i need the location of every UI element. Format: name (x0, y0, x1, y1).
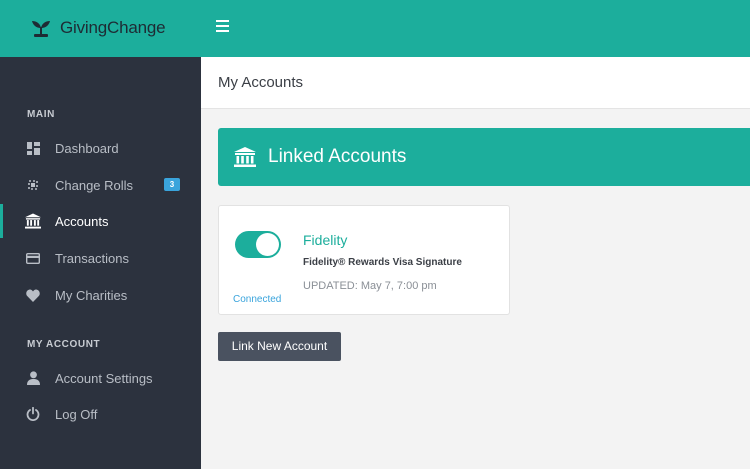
sidebar-item-change-rolls[interactable]: Change Rolls 3 (0, 168, 201, 202)
brand[interactable]: GivingChange (30, 18, 166, 38)
user-icon (25, 370, 41, 386)
coins-icon (25, 177, 41, 193)
account-enabled-toggle[interactable] (235, 231, 281, 258)
section-title: Linked Accounts (268, 146, 407, 167)
top-bar: GivingChange (0, 0, 750, 57)
dashboard-icon (25, 140, 41, 156)
sidebar-item-transactions[interactable]: Transactions (0, 241, 201, 275)
notification-badge: 3 (164, 178, 180, 191)
bank-icon (234, 147, 256, 167)
bank-icon (25, 213, 41, 229)
account-card: Connected Fidelity Fidelity® Rewards Vis… (218, 205, 510, 315)
sidebar-item-accounts[interactable]: Accounts (0, 204, 201, 238)
brand-name: GivingChange (60, 18, 166, 37)
sidebar-item-log-off[interactable]: Log Off (0, 397, 201, 431)
sidebar-item-label: Dashboard (55, 140, 119, 156)
sidebar: MAIN Dashboard Change Rolls 3 Accounts T… (0, 57, 201, 469)
sidebar-item-label: Accounts (55, 213, 109, 229)
sidebar-section-my-account: MY ACCOUNT (27, 339, 101, 350)
hamburger-menu-icon[interactable] (216, 20, 230, 34)
account-description: Fidelity® Rewards Visa Signature (303, 257, 462, 268)
toggle-knob (256, 233, 279, 256)
sidebar-item-account-settings[interactable]: Account Settings (0, 361, 201, 395)
sidebar-item-label: Change Rolls (55, 177, 134, 193)
sidebar-item-dashboard[interactable]: Dashboard (0, 131, 201, 165)
heart-icon (25, 287, 41, 303)
account-updated-time: UPDATED: May 7, 7:00 pm (303, 280, 437, 292)
power-icon (25, 406, 41, 422)
sidebar-item-my-charities[interactable]: My Charities (0, 278, 201, 312)
account-name-link[interactable]: Fidelity (303, 232, 347, 248)
sidebar-item-label: Log Off (55, 406, 98, 422)
sidebar-section-main: MAIN (27, 109, 55, 120)
link-new-account-button[interactable]: Link New Account (218, 332, 341, 361)
credit-card-icon (25, 250, 41, 266)
sidebar-item-label: My Charities (55, 287, 128, 303)
page-title: My Accounts (218, 74, 304, 91)
linked-accounts-banner: Linked Accounts (218, 128, 750, 186)
connection-status: Connected (233, 294, 282, 305)
page-header: My Accounts (201, 57, 750, 109)
sidebar-item-label: Transactions (55, 250, 129, 266)
sidebar-item-label: Account Settings (55, 370, 153, 386)
sprout-logo-icon (32, 21, 50, 37)
